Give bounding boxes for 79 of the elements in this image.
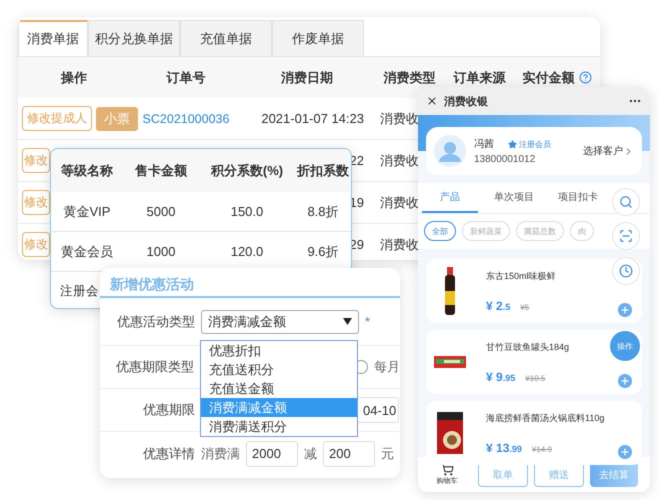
table-cell: 9.6折 bbox=[307, 242, 339, 260]
field-label: 优惠活动类型 bbox=[116, 312, 195, 330]
product-card[interactable]: 海底捞鲜香菌汤火锅底料110g ¥ 13.99 ¥14.9 bbox=[426, 401, 642, 465]
product-name: 海底捞鲜香菌汤火锅底料110g bbox=[486, 412, 604, 424]
input-field[interactable]: 200 bbox=[323, 440, 375, 466]
tab[interactable]: 充值单据 bbox=[180, 20, 272, 56]
table-cell: 黄金会员 bbox=[61, 242, 113, 260]
column-header: 等级名称 bbox=[61, 162, 113, 180]
table-cell: 150.0 bbox=[230, 204, 264, 219]
column-header: 消费类型 bbox=[384, 68, 436, 86]
field-label: 优惠详情 bbox=[142, 444, 195, 462]
column-header: 折扣系数 bbox=[297, 162, 349, 180]
column-header: 订单来源 bbox=[454, 68, 506, 86]
table-cell: 8.8折 bbox=[307, 202, 339, 220]
original-price: ¥5 bbox=[520, 302, 530, 312]
column-header: 消费日期 bbox=[281, 68, 333, 86]
member-tag: 注册会员 bbox=[508, 138, 551, 150]
search-icon bbox=[619, 195, 633, 209]
field-label: 优惠期限类型 bbox=[114, 358, 194, 376]
table-cell: 120.0 bbox=[230, 244, 264, 259]
plus-icon bbox=[620, 376, 630, 386]
add-button[interactable] bbox=[618, 445, 632, 459]
customer-phone: 13800001012 bbox=[474, 154, 536, 165]
radio-label: 每月 bbox=[374, 358, 400, 376]
tab[interactable]: 消费单据 bbox=[18, 20, 88, 56]
column-header: 实付金额 bbox=[522, 68, 574, 86]
customer-card[interactable]: 冯茜 注册会员 13800001012 选择客户 bbox=[426, 127, 642, 175]
table-cell: 消费收 bbox=[380, 194, 419, 212]
column-header: 售卡金额 bbox=[135, 162, 187, 180]
table-cell: 消费收 bbox=[380, 236, 419, 254]
field-text: 元 bbox=[381, 444, 394, 462]
tab[interactable]: 项目扣卡 bbox=[550, 183, 606, 213]
product-price: ¥ 13.99 bbox=[486, 440, 522, 454]
column-header: 积分系数(%) bbox=[210, 162, 284, 180]
scan-icon bbox=[619, 229, 633, 243]
table-cell: 5000 bbox=[146, 204, 176, 219]
window-title: 消费收银 bbox=[444, 94, 489, 108]
table-cell: 消费收 bbox=[380, 110, 419, 128]
field-label: 优惠期限 bbox=[142, 401, 195, 419]
category-chip[interactable]: 全部 bbox=[424, 221, 456, 241]
column-header: 操作 bbox=[61, 68, 87, 86]
help-icon[interactable] bbox=[578, 71, 592, 84]
table-cell: 黄金VIP bbox=[64, 202, 110, 220]
caret-icon bbox=[343, 318, 352, 325]
product-name: 甘竹豆豉鱼罐头184g bbox=[486, 340, 570, 354]
original-price: ¥10.5 bbox=[525, 374, 546, 382]
choose-customer-link[interactable]: 选择客户 bbox=[583, 144, 634, 158]
column-header: 订单号 bbox=[166, 68, 206, 86]
avatar-icon bbox=[434, 135, 466, 167]
customer-name: 冯茜 bbox=[474, 138, 494, 151]
required-mark: * bbox=[365, 314, 370, 329]
tab[interactable]: 产品 bbox=[422, 183, 478, 213]
add-button[interactable] bbox=[618, 303, 632, 317]
close-icon[interactable] bbox=[426, 95, 438, 107]
plus-icon bbox=[620, 305, 630, 315]
clock-icon bbox=[619, 264, 633, 278]
product-price: ¥ 2.5 bbox=[486, 298, 510, 312]
tab[interactable]: 积分兑换单据 bbox=[88, 20, 180, 56]
input-field[interactable]: 2000 bbox=[246, 440, 298, 466]
add-button[interactable] bbox=[618, 374, 632, 388]
date-field[interactable]: 04-10 bbox=[357, 397, 399, 423]
product-name: 东古150ml味极鲜 bbox=[486, 270, 556, 282]
dialog-title: 新增优惠活动 bbox=[100, 268, 400, 298]
activity-type-select[interactable]: 消费满减金额 bbox=[201, 310, 359, 334]
star-icon bbox=[508, 140, 517, 148]
table-cell: 消费收 bbox=[380, 152, 419, 170]
field-text: 减 bbox=[304, 444, 317, 462]
tab[interactable]: 作废单据 bbox=[272, 20, 364, 56]
field-text: 消费满 bbox=[201, 444, 240, 462]
plus-icon bbox=[620, 447, 630, 457]
table-cell: 2021-01-07 14:23 bbox=[261, 111, 364, 126]
product-card[interactable]: 东古150ml味极鲜 ¥ 2.5 ¥5 bbox=[426, 259, 642, 323]
table-cell: 注册会 bbox=[60, 283, 99, 300]
table-cell: 1000 bbox=[146, 244, 176, 259]
original-price: ¥14.9 bbox=[532, 444, 552, 454]
order-number-link[interactable]: SC2021000036 bbox=[142, 112, 230, 126]
tab[interactable]: 单次项目 bbox=[486, 183, 542, 213]
cart-icon bbox=[440, 463, 454, 476]
product-price: ¥ 9.95 bbox=[486, 370, 516, 384]
